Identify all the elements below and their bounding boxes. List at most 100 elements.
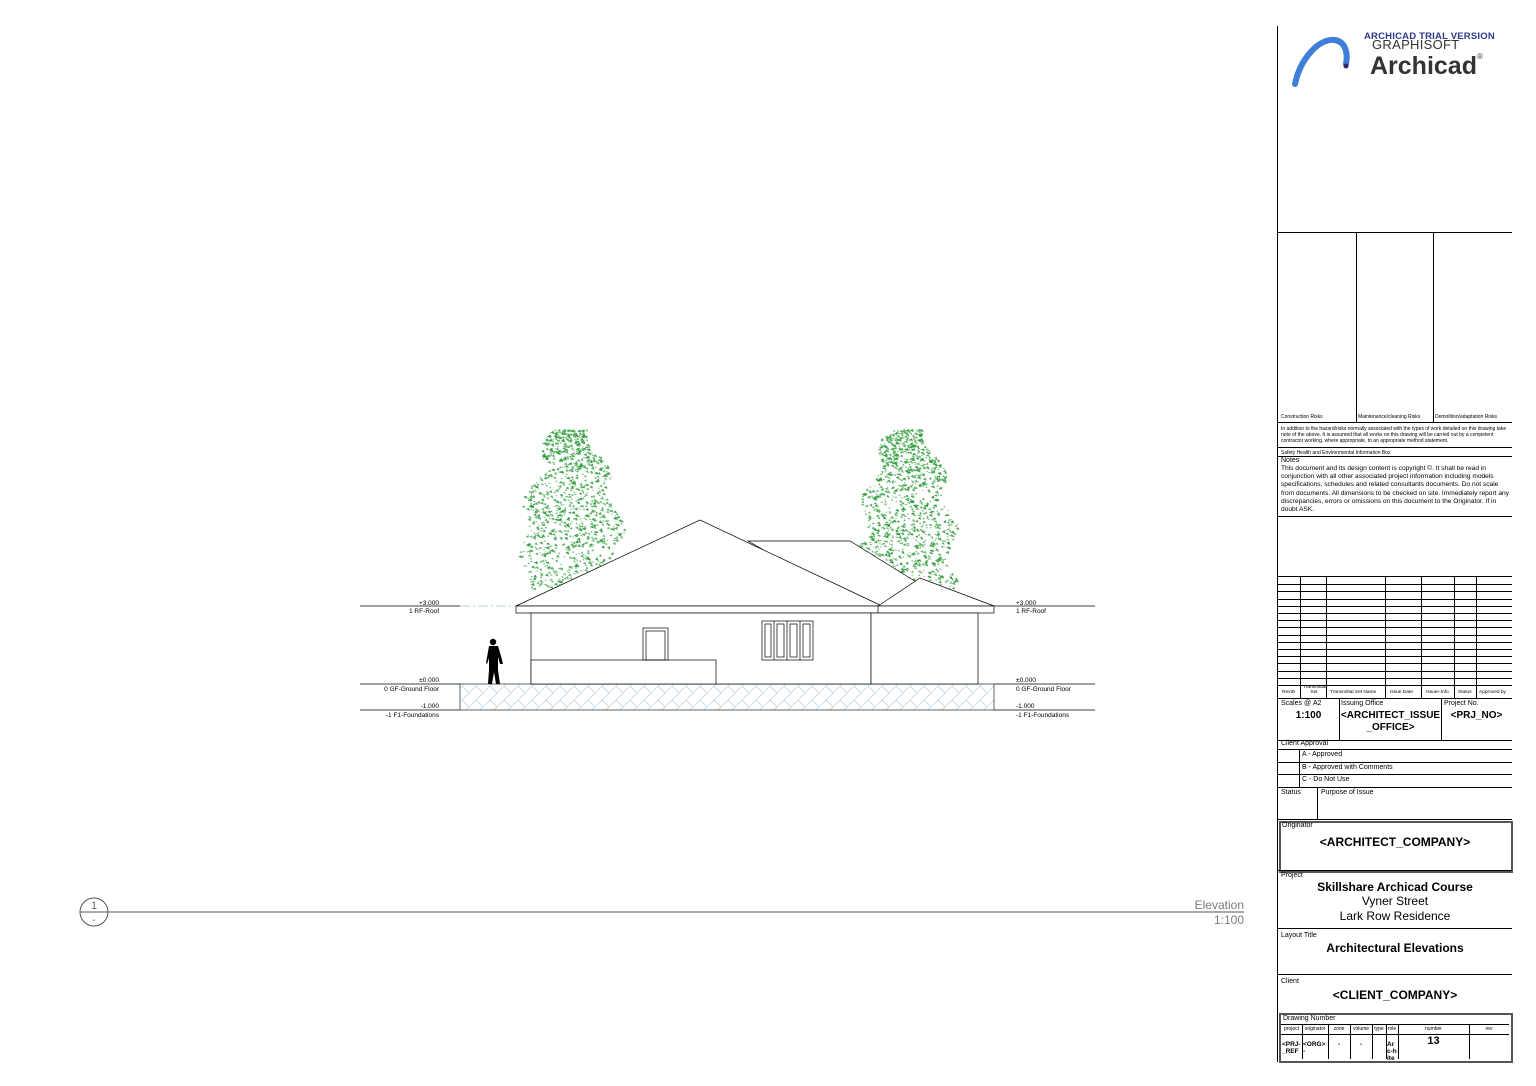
scales-label-text: Scales @: [1281, 700, 1312, 707]
tree-leaf: [570, 508, 572, 510]
tree-leaf: [554, 551, 556, 553]
tree-leaf: [917, 561, 920, 564]
rev-header-approved: Approved by: [1479, 690, 1506, 695]
layout-title-label: Layout Title: [1281, 932, 1317, 939]
tree-leaf: [905, 466, 908, 469]
tree-leaf: [882, 464, 886, 468]
tree-leaf: [589, 463, 594, 467]
tree-leaf: [547, 510, 551, 514]
tree-leaf: [873, 485, 876, 487]
brand-top-text: GRAPHISOFT: [1372, 37, 1460, 52]
tree-leaf: [578, 532, 582, 534]
tree-leaf: [914, 436, 918, 439]
tree-leaf: [583, 475, 587, 478]
tree-leaf: [926, 517, 929, 519]
tree-leaf: [530, 585, 533, 588]
tree-leaf: [874, 492, 877, 495]
tree-leaf: [575, 522, 578, 525]
tree-leaf: [606, 508, 610, 511]
tree-leaf: [889, 460, 894, 464]
tree-leaf: [949, 585, 952, 587]
tree-leaf: [890, 528, 895, 532]
tree-leaf: [902, 556, 905, 558]
tree-leaf: [559, 466, 562, 469]
tree-leaf: [933, 573, 938, 577]
tree-leaf: [875, 552, 879, 556]
tree-leaf: [918, 522, 922, 525]
tree-leaf: [604, 519, 609, 523]
risk-header-demolition: Demolition/adaptation Risks: [1435, 414, 1497, 420]
tree-leaf: [917, 516, 922, 520]
issuing-office-value: <ARCHITECT_ISSUE_OFFICE>: [1340, 710, 1441, 733]
tree-leaf: [864, 513, 867, 516]
tree-leaf: [583, 495, 587, 498]
tree-leaf: [557, 552, 561, 555]
dn-value-volume: -: [1359, 1041, 1363, 1048]
tree-leaf: [579, 554, 584, 558]
tree-leaf: [938, 568, 942, 571]
issuing-office-label: Issuing Office: [1341, 700, 1384, 707]
tree-leaf: [943, 540, 946, 543]
tree-leaf: [605, 471, 608, 473]
tree-leaf: [926, 483, 929, 485]
tree-leaf: [934, 578, 938, 581]
level-right-ground-name: 0 GF-Ground Floor: [1016, 686, 1072, 693]
tree-leaf: [575, 553, 577, 556]
tree-leaf: [554, 441, 559, 445]
tree-leaf: [607, 556, 612, 560]
tree-leaf: [567, 469, 572, 472]
tree-leaf: [949, 534, 955, 538]
tree-leaf: [581, 543, 585, 546]
tree-leaf: [929, 558, 932, 560]
tree-leaf: [554, 570, 557, 572]
tree-leaf: [893, 474, 897, 477]
tree-leaf: [569, 457, 573, 460]
tree-leaf: [575, 474, 579, 477]
tree-leaf: [553, 472, 558, 475]
tree-leaf: [569, 522, 572, 525]
tree-leaf: [536, 581, 540, 585]
tree-leaf: [946, 521, 950, 524]
tree-leaf: [882, 478, 885, 481]
tree-leaf: [891, 549, 895, 552]
tree-leaf: [532, 587, 537, 591]
tree-leaf: [870, 495, 873, 498]
tree-leaf: [934, 475, 937, 478]
tree-leaf: [567, 568, 571, 571]
tree-leaf: [935, 548, 939, 552]
tree-leaf: [586, 491, 589, 494]
tree-leaf: [530, 587, 534, 589]
tree-leaf: [568, 483, 571, 486]
tree-leaf: [540, 478, 543, 480]
tree-leaf: [926, 470, 928, 473]
tree-leaf: [898, 499, 903, 504]
tree-leaf: [911, 480, 913, 482]
tree-leaf: [893, 466, 898, 470]
tree-leaf: [922, 541, 926, 544]
tree-leaf: [933, 539, 936, 541]
tree-leaf: [544, 551, 547, 553]
tree-leaf: [591, 454, 594, 457]
tree-leaf: [918, 512, 922, 515]
tree-leaf: [901, 548, 904, 550]
tree-leaf: [545, 561, 548, 564]
tree-leaf: [935, 510, 939, 512]
tree-leaf: [903, 450, 907, 453]
tree-leaf: [552, 499, 555, 501]
tree-leaf: [938, 580, 942, 584]
tree-leaf: [922, 477, 927, 481]
dn-header-originator: originator: [1304, 1026, 1326, 1032]
tree-leaf: [898, 562, 903, 566]
tree-leaf: [590, 466, 595, 470]
tree-leaf: [874, 504, 878, 507]
tree-leaf: [898, 529, 901, 531]
tree-leaf: [551, 558, 554, 560]
tree-leaf: [869, 486, 872, 488]
tree-leaf: [876, 529, 881, 533]
client-approval-label: Client Approval: [1281, 740, 1329, 747]
project-label: Project: [1281, 872, 1303, 879]
tree-leaf: [600, 497, 604, 500]
project-site: Lark Row Residence: [1339, 909, 1451, 923]
tree-leaf: [574, 430, 577, 433]
tree-leaf: [561, 576, 564, 578]
